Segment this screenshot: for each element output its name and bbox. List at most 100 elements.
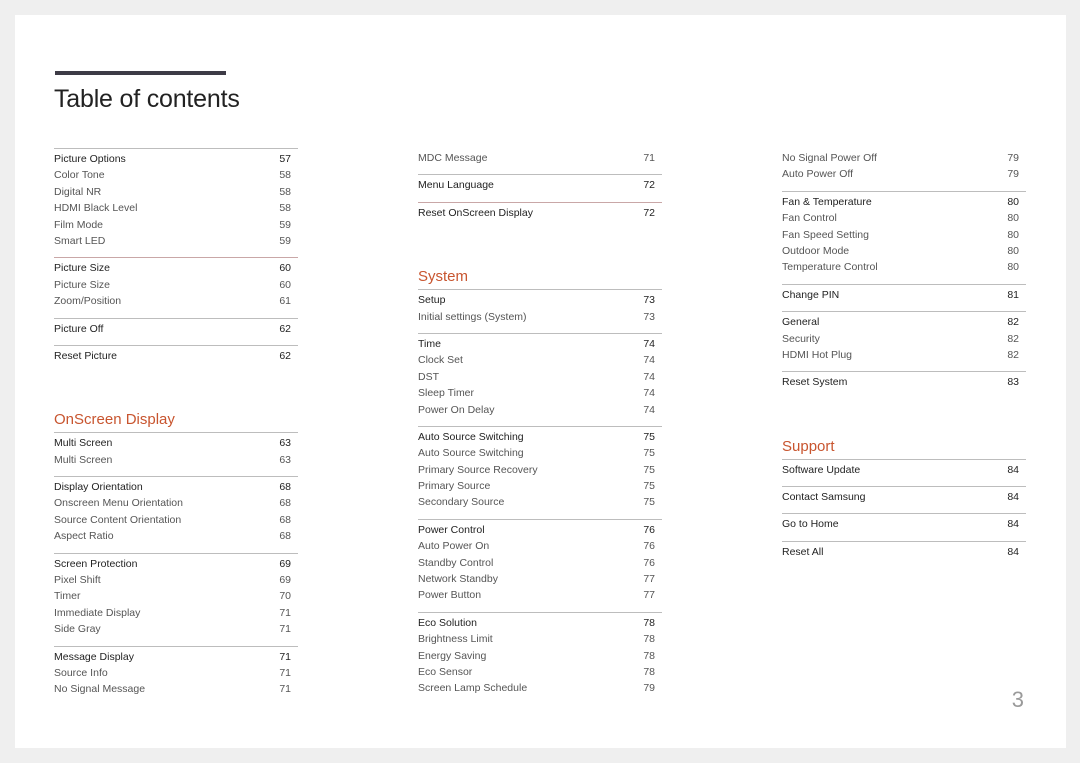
toc-entry-heading[interactable]: Setup 73 xyxy=(418,292,662,308)
toc-entry[interactable]: Clock Set 74 xyxy=(418,352,662,368)
toc-entry[interactable]: MDC Message 71 xyxy=(418,150,662,166)
toc-group: Picture Options 57 Color Tone 58 Digital NR 5… xyxy=(54,148,298,257)
toc-entry-heading[interactable]: Contact Samsung 84 xyxy=(782,489,1026,505)
toc-entry[interactable]: Initial settings (System) 73 xyxy=(418,309,662,325)
toc-entry-heading[interactable]: Picture Size 60 xyxy=(54,260,298,276)
toc-entry[interactable]: Multi Screen 63 xyxy=(54,452,298,468)
toc-entry[interactable]: Fan Speed Setting 80 xyxy=(782,227,1026,243)
toc-entry[interactable]: Side Gray 71 xyxy=(54,621,298,637)
toc-entry[interactable]: Primary Source 75 xyxy=(418,478,662,494)
toc-entry[interactable]: Timer 70 xyxy=(54,588,298,604)
toc-entry[interactable]: Temperature Control 80 xyxy=(782,259,1026,275)
toc-entry-page: 74 xyxy=(643,370,655,383)
toc-group: Reset OnScreen Display 72 xyxy=(418,201,662,229)
toc-entry[interactable]: Auto Power On 76 xyxy=(418,538,662,554)
toc-entry[interactable]: Outdoor Mode 80 xyxy=(782,243,1026,259)
toc-entry-heading[interactable]: Reset System 83 xyxy=(782,374,1026,390)
toc-entry[interactable]: Energy Saving 78 xyxy=(418,648,662,664)
toc-entry-page: 77 xyxy=(643,573,655,586)
toc-entry-heading[interactable]: Software Update 84 xyxy=(782,462,1026,478)
toc-group: Multi Screen 63 Multi Screen 63 xyxy=(54,432,298,476)
toc-entry[interactable]: Power On Delay 74 xyxy=(418,402,662,418)
toc-entry[interactable]: Auto Power Off 79 xyxy=(782,166,1026,182)
toc-entry-label: No Signal Message xyxy=(54,683,146,696)
toc-entry[interactable]: HDMI Black Level 58 xyxy=(54,200,298,216)
toc-entry-label: Screen Protection xyxy=(54,557,138,570)
toc-entry[interactable]: Secondary Source 75 xyxy=(418,494,662,510)
toc-entry[interactable]: Power Button 77 xyxy=(418,587,662,603)
toc-entry-page: 73 xyxy=(643,294,655,307)
toc-entry-label: DST xyxy=(418,370,439,383)
toc-entry-page: 74 xyxy=(643,354,655,367)
toc-entry[interactable]: Pixel Shift 69 xyxy=(54,572,298,588)
toc-entry-heading[interactable]: Menu Language 72 xyxy=(418,177,662,193)
toc-entry-heading[interactable]: Display Orientation 68 xyxy=(54,479,298,495)
toc-entry-page: 60 xyxy=(279,262,291,275)
toc-entry[interactable]: Sleep Timer 74 xyxy=(418,385,662,401)
toc-entry[interactable]: Network Standby 77 xyxy=(418,571,662,587)
toc-entry-page: 84 xyxy=(1007,463,1019,476)
toc-entry[interactable]: No Signal Message 71 xyxy=(54,681,298,697)
toc-entry-heading[interactable]: Go to Home 84 xyxy=(782,516,1026,532)
toc-entry-label: HDMI Black Level xyxy=(54,202,138,215)
toc-entry-heading[interactable]: Multi Screen 63 xyxy=(54,435,298,451)
toc-entry[interactable]: Smart LED 59 xyxy=(54,233,298,249)
toc-entry-label: No Signal Power Off xyxy=(782,152,877,164)
toc-entry-page: 75 xyxy=(643,447,655,460)
toc-entry[interactable]: Picture Size 60 xyxy=(54,277,298,293)
toc-entry-heading[interactable]: Time 74 xyxy=(418,336,662,352)
toc-entry[interactable]: No Signal Power Off 79 xyxy=(782,150,1026,166)
toc-entry-page: 80 xyxy=(1007,212,1019,225)
toc-entry-label: Brightness Limit xyxy=(418,633,493,646)
toc-entry-heading[interactable]: Reset OnScreen Display 72 xyxy=(418,205,662,221)
toc-entry[interactable]: Security 82 xyxy=(782,331,1026,347)
toc-entry[interactable]: Standby Control 76 xyxy=(418,555,662,571)
toc-entry[interactable]: Aspect Ratio 68 xyxy=(54,528,298,544)
toc-entry[interactable]: Primary Source Recovery 75 xyxy=(418,462,662,478)
toc-entry[interactable]: Color Tone 58 xyxy=(54,167,298,183)
toc-entry[interactable]: Source Content Orientation 68 xyxy=(54,512,298,528)
toc-entry[interactable]: Eco Sensor 78 xyxy=(418,664,662,680)
toc-entry[interactable]: Zoom/Position 61 xyxy=(54,293,298,309)
toc-entry-heading[interactable]: Message Display 71 xyxy=(54,649,298,665)
toc-entry-heading[interactable]: Screen Protection 69 xyxy=(54,556,298,572)
toc-entry[interactable]: Immediate Display 71 xyxy=(54,605,298,621)
toc-entry-heading[interactable]: Reset Picture 62 xyxy=(54,348,298,364)
toc-entry-label: Clock Set xyxy=(418,354,463,367)
toc-entry-page: 84 xyxy=(1007,518,1019,531)
toc-entry-page: 71 xyxy=(279,623,291,636)
toc-entry-label: MDC Message xyxy=(418,152,488,164)
toc-entry[interactable]: Onscreen Menu Orientation 68 xyxy=(54,495,298,511)
toc-entry-heading[interactable]: Change PIN 81 xyxy=(782,287,1026,303)
toc-entry[interactable]: Fan Control 80 xyxy=(782,210,1026,226)
toc-entry[interactable]: Auto Source Switching 75 xyxy=(418,445,662,461)
toc-entry-heading[interactable]: Auto Source Switching 75 xyxy=(418,429,662,445)
toc-entry-heading[interactable]: Reset All 84 xyxy=(782,544,1026,560)
section-heading: OnScreen Display xyxy=(54,411,175,429)
toc-entry-label: Aspect Ratio xyxy=(54,530,114,543)
toc-entry[interactable]: HDMI Hot Plug 82 xyxy=(782,347,1026,363)
toc-entry-heading[interactable]: Eco Solution 78 xyxy=(418,615,662,631)
toc-entry-label: Color Tone xyxy=(54,169,105,182)
toc-entry[interactable]: Digital NR 58 xyxy=(54,184,298,200)
toc-entry[interactable]: Source Info 71 xyxy=(54,665,298,681)
toc-entry-label: Software Update xyxy=(782,463,861,476)
toc-entry-heading[interactable]: General 82 xyxy=(782,314,1026,330)
toc-entry-page: 71 xyxy=(279,650,291,663)
title-accent-bar xyxy=(55,71,226,75)
toc-entry[interactable]: Film Mode 59 xyxy=(54,217,298,233)
toc-entry[interactable]: DST 74 xyxy=(418,369,662,385)
toc-entry-heading[interactable]: Fan & Temperature 80 xyxy=(782,194,1026,210)
toc-entry[interactable]: Brightness Limit 78 xyxy=(418,631,662,647)
section-heading: System xyxy=(418,268,469,286)
toc-entry-page: 68 xyxy=(279,497,291,510)
toc-entry-heading[interactable]: Picture Off 62 xyxy=(54,321,298,337)
toc-entry-heading[interactable]: Picture Options 57 xyxy=(54,151,298,167)
toc-entry-label: Sleep Timer xyxy=(418,387,475,400)
toc-entry-page: 83 xyxy=(1007,376,1019,389)
toc-entry-label: Fan Speed Setting xyxy=(782,228,869,241)
toc-entry-page: 58 xyxy=(279,202,291,215)
toc-entry[interactable]: Screen Lamp Schedule 79 xyxy=(418,680,662,696)
toc-entry-heading[interactable]: Power Control 76 xyxy=(418,522,662,538)
